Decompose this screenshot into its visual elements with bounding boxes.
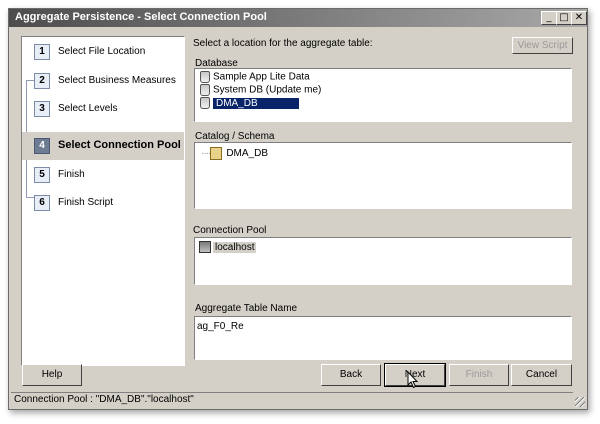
step-number: 4 [34, 138, 50, 154]
database-icon [200, 84, 210, 96]
step-number: 3 [34, 101, 50, 117]
wizard-steps-panel: 1 Select File Location 2 Select Business… [21, 36, 185, 366]
close-button[interactable]: ✕ [571, 11, 587, 25]
status-bar: Connection Pool : "DMA_DB"."localhost" [11, 392, 573, 407]
title-bar[interactable]: Aggregate Persistence - Select Connectio… [9, 9, 587, 27]
aggregate-table-name-value: ag_F0_Re [197, 321, 244, 332]
step-number: 2 [34, 73, 50, 89]
aggregate-table-name-field[interactable]: ag_F0_Re [194, 316, 572, 360]
step-select-levels[interactable]: 3 Select Levels [22, 95, 184, 123]
dialog-window: Aggregate Persistence - Select Connectio… [8, 8, 588, 410]
step-label: Select Levels [58, 103, 118, 114]
step-select-connection-pool[interactable]: 4 Select Connection Pool [22, 132, 184, 160]
step-label: Select Connection Pool [58, 139, 181, 151]
connection-pool-icon [199, 241, 211, 253]
step-number: 1 [34, 44, 50, 60]
back-button[interactable]: Back [321, 364, 381, 386]
step-label: Finish Script [58, 197, 114, 208]
step-number: 5 [34, 167, 50, 183]
resize-grip-icon[interactable] [575, 397, 585, 407]
database-connected-icon [200, 97, 210, 109]
instruction-text: Select a location for the aggregate tabl… [193, 38, 373, 49]
step-finish-script[interactable]: 6 Finish Script [22, 189, 184, 217]
aggregate-table-name-label: Aggregate Table Name [195, 303, 298, 314]
mouse-cursor-icon [407, 371, 419, 389]
database-list[interactable]: Sample App Lite Data System DB (Update m… [194, 68, 572, 122]
connection-pool-label: Connection Pool [193, 225, 267, 236]
step-label: Finish [58, 169, 85, 180]
list-item[interactable]: System DB (Update me) [200, 84, 321, 97]
step-select-file-location[interactable]: 1 Select File Location [22, 38, 184, 66]
help-button[interactable]: Help [22, 364, 82, 386]
minimize-button[interactable]: _ [541, 11, 557, 25]
tree-connector: ···· [201, 148, 211, 160]
finish-button[interactable]: Finish [449, 364, 509, 386]
step-label: Select File Location [58, 46, 146, 57]
tree-item[interactable]: ···· DMA_DB [201, 147, 268, 160]
maximize-button[interactable]: □ [556, 11, 572, 25]
list-item-selected[interactable]: DMA_DB [200, 97, 299, 110]
list-item[interactable]: Sample App Lite Data [200, 71, 310, 84]
list-item-selected[interactable]: localhost [199, 241, 257, 254]
cancel-button[interactable]: Cancel [511, 364, 572, 386]
catalog-schema-tree[interactable]: ···· DMA_DB [194, 142, 572, 209]
catalog-schema-label: Catalog / Schema [195, 131, 275, 142]
schema-icon [210, 147, 223, 160]
step-label: Select Business Measures [58, 75, 176, 86]
step-finish[interactable]: 5 Finish [22, 161, 184, 189]
step-select-business-measures[interactable]: 2 Select Business Measures [22, 67, 184, 95]
step-number: 6 [34, 195, 50, 211]
connection-pool-list[interactable]: localhost [194, 237, 572, 285]
window-title: Aggregate Persistence - Select Connectio… [15, 11, 267, 23]
database-icon [200, 71, 210, 83]
view-script-button[interactable]: View Script [512, 37, 573, 54]
